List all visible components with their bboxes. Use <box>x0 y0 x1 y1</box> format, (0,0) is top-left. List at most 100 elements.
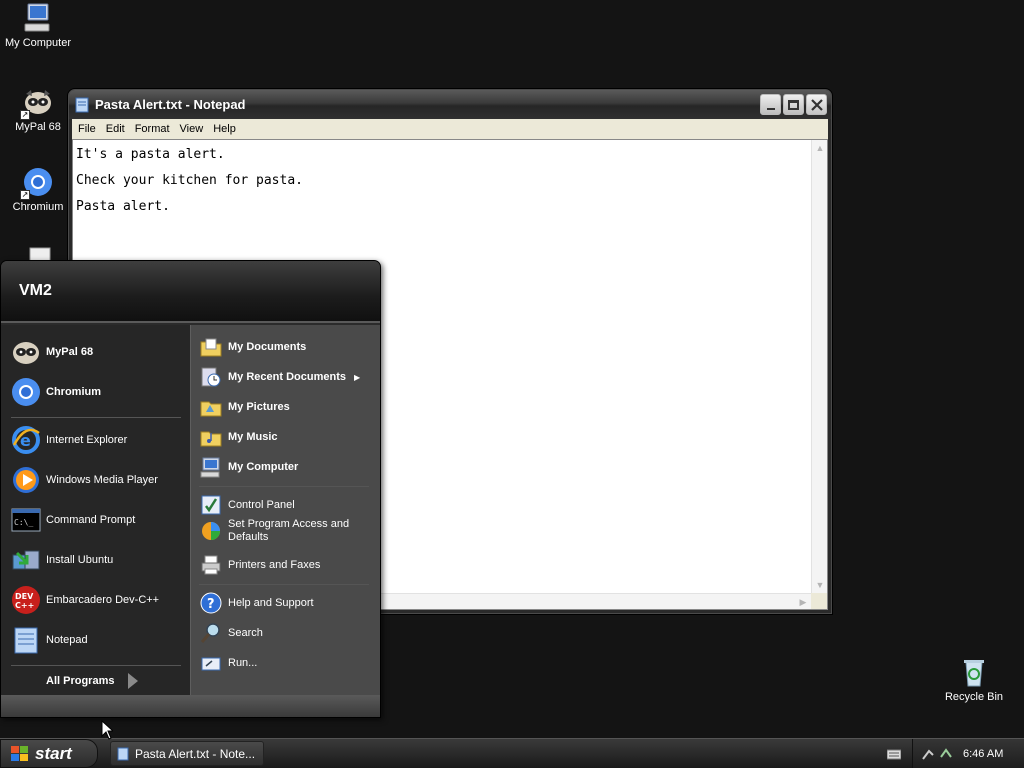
start-item-label: Windows Media Player <box>46 474 158 486</box>
scroll-down-arrow-icon[interactable]: ▼ <box>812 577 828 593</box>
start-item-my-documents[interactable]: My Documents <box>200 336 306 358</box>
start-item-label: Chromium <box>46 386 101 398</box>
start-item-chromium[interactable]: Chromium <box>11 377 101 407</box>
clock[interactable]: 6:46 AM <box>963 748 1003 760</box>
search-icon <box>200 623 220 643</box>
start-item-control-panel[interactable]: Control Panel <box>200 494 295 516</box>
start-item-dev-cpp[interactable]: DEV C++ Embarcadero Dev-C++ <box>11 585 159 615</box>
menu-format[interactable]: Format <box>130 123 175 135</box>
start-item-install-ubuntu[interactable]: Install Ubuntu <box>11 545 113 575</box>
start-item-command-prompt[interactable]: C:\_ Command Prompt <box>11 505 135 535</box>
printer-icon <box>201 555 221 575</box>
start-item-mypal[interactable]: MyPal 68 <box>11 337 93 367</box>
maximize-button[interactable] <box>783 94 804 115</box>
folder-music-icon <box>200 431 222 447</box>
svg-text:?: ? <box>207 597 215 612</box>
start-item-label: MyPal 68 <box>46 346 94 358</box>
minimize-button[interactable] <box>760 94 781 115</box>
text-line: It's a pasta alert. <box>76 147 225 162</box>
all-programs-button[interactable]: All Programs <box>46 673 139 689</box>
folder-pictures-icon <box>200 401 222 417</box>
separator <box>11 417 181 418</box>
start-item-search[interactable]: Search <box>200 622 263 644</box>
desktop-icon-my-computer[interactable]: My Computer <box>0 2 76 49</box>
wmp-icon <box>13 467 39 493</box>
menu-file[interactable]: File <box>72 123 101 135</box>
start-item-printers[interactable]: Printers and Faxes <box>200 554 320 576</box>
vertical-scrollbar[interactable]: ▲ ▼ <box>811 140 827 593</box>
desktop-icon-chromium[interactable]: ↗ Chromium <box>0 166 76 213</box>
close-icon <box>810 98 823 111</box>
start-item-program-access[interactable]: Set Program Access and Defaults <box>200 518 360 544</box>
computer-icon <box>200 457 220 478</box>
start-item-notepad[interactable]: Notepad <box>11 625 88 655</box>
start-item-label: Notepad <box>46 634 88 646</box>
start-item-my-music[interactable]: My Music <box>200 426 278 448</box>
mypal-icon <box>13 342 39 364</box>
close-button[interactable] <box>806 94 827 115</box>
start-item-my-pictures[interactable]: My Pictures <box>200 396 290 418</box>
shortcut-arrow-icon: ↗ <box>20 190 30 200</box>
menu-view[interactable]: View <box>175 123 209 135</box>
keyboard-icon[interactable] <box>887 748 901 760</box>
editor-content[interactable]: It's a pasta alert. Check your kitchen f… <box>76 142 303 220</box>
start-item-label: Install Ubuntu <box>46 554 114 566</box>
start-item-label: Control Panel <box>228 499 295 511</box>
start-item-label: My Recent Documents <box>228 371 346 383</box>
start-item-my-recent-documents[interactable]: My Recent Documents ▶ <box>200 366 360 388</box>
desktop-icon-recycle-bin[interactable]: Recycle Bin <box>936 656 1012 703</box>
start-item-label: My Pictures <box>228 401 290 413</box>
program-access-icon <box>202 522 220 540</box>
start-menu-header: VM2 <box>1 261 380 323</box>
start-item-label: My Documents <box>228 341 307 353</box>
separator <box>11 665 181 666</box>
all-programs-arrow-icon <box>128 673 139 689</box>
start-item-run[interactable]: Run... <box>200 652 257 674</box>
start-item-windows-media-player[interactable]: Windows Media Player <box>11 465 158 495</box>
start-item-label: Run... <box>228 657 258 669</box>
scroll-right-arrow-icon[interactable]: ▶ <box>795 594 811 610</box>
recent-documents-icon <box>201 367 221 387</box>
desktop-icon-label: Recycle Bin <box>944 691 1004 703</box>
user-name: VM2 <box>19 282 52 299</box>
notepad-icon <box>14 627 38 654</box>
scroll-up-arrow-icon[interactable]: ▲ <box>812 140 828 156</box>
chromium-icon <box>12 378 40 406</box>
windows-logo-icon <box>11 745 28 761</box>
menu-help[interactable]: Help <box>208 123 241 135</box>
maximize-icon <box>788 99 799 110</box>
start-button[interactable]: start <box>0 739 98 768</box>
desktop-icon-label: My Computer <box>4 37 72 49</box>
resize-grip[interactable] <box>811 593 827 609</box>
all-programs-label: All Programs <box>46 675 115 687</box>
start-item-label: My Computer <box>228 461 299 473</box>
devcpp-icon: DEVC++ <box>12 586 40 614</box>
svg-text:C:\_: C:\_ <box>14 518 33 527</box>
minimize-icon <box>766 107 775 110</box>
network-icon[interactable] <box>939 747 953 761</box>
taskbar-button-notepad[interactable]: Pasta Alert.txt - Note... <box>110 741 264 766</box>
svg-text:C++: C++ <box>15 601 34 610</box>
safely-remove-hardware-icon[interactable] <box>921 747 935 761</box>
start-item-label: Command Prompt <box>46 514 136 526</box>
system-tray: 6:46 AM <box>912 739 1024 768</box>
start-item-label: My Music <box>228 431 278 443</box>
notepad-icon <box>75 97 89 112</box>
control-panel-icon <box>201 495 221 515</box>
desktop-icon-mypal[interactable]: ↗ MyPal 68 <box>0 86 76 133</box>
start-menu: VM2 MyPal 68 Chromium e Internet Explore… <box>0 260 381 718</box>
menu-bar: File Edit Format View Help <box>72 119 828 139</box>
start-item-label: Internet Explorer <box>46 434 128 446</box>
svg-text:DEV: DEV <box>15 592 34 601</box>
computer-icon <box>22 2 54 34</box>
submenu-arrow-icon: ▶ <box>353 372 361 382</box>
taskbar: start Pasta Alert.txt - Note... 6:46 AM <box>0 738 1024 768</box>
chromium-icon: ↗ <box>20 166 54 200</box>
start-item-label: Embarcadero Dev-C++ <box>46 594 160 606</box>
start-item-internet-explorer[interactable]: e Internet Explorer <box>11 425 127 455</box>
start-item-help-support[interactable]: ? Help and Support <box>200 592 314 614</box>
notepad-titlebar[interactable]: Pasta Alert.txt - Notepad <box>69 90 831 119</box>
start-item-my-computer[interactable]: My Computer <box>200 456 298 478</box>
mouse-cursor-icon <box>101 720 113 740</box>
menu-edit[interactable]: Edit <box>101 123 130 135</box>
